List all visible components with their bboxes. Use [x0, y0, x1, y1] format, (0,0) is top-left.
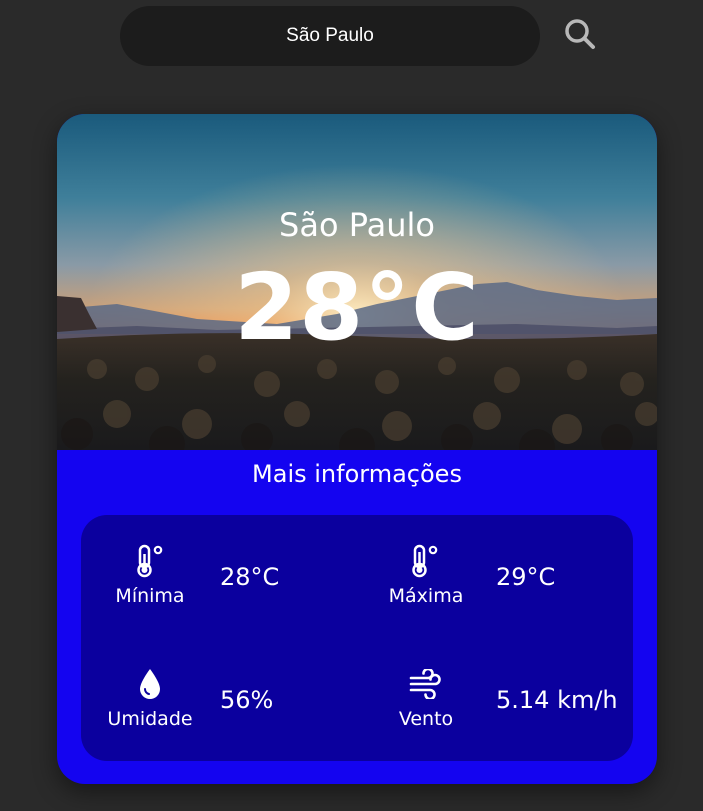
- current-temperature: 28°C: [234, 254, 480, 361]
- search-icon: [565, 19, 595, 49]
- thermometer-icon: [412, 544, 438, 578]
- weather-hero: São Paulo 28°C: [57, 114, 657, 450]
- max-label: Máxima: [388, 585, 464, 607]
- humidity-label: Umidade: [107, 708, 193, 730]
- city-name: São Paulo: [279, 206, 435, 244]
- search-input[interactable]: [120, 6, 540, 66]
- min-label: Mínima: [115, 585, 185, 607]
- search-bar: [120, 6, 540, 66]
- details-panel: Mínima 28°C Máxima 29°C Umidade 56% Vent…: [81, 515, 633, 761]
- weather-card: São Paulo 28°C Mais informações Mínima 2…: [57, 114, 657, 784]
- search-button[interactable]: [560, 14, 600, 54]
- wind-label: Vento: [398, 708, 454, 730]
- wind-icon: [409, 669, 441, 699]
- wind-value: 5.14 km/h: [496, 686, 618, 714]
- max-value: 29°C: [496, 563, 556, 591]
- more-info-title: Mais informações: [252, 460, 462, 488]
- droplet-icon: [140, 669, 160, 699]
- min-value: 28°C: [220, 563, 280, 591]
- thermometer-icon: [137, 544, 163, 578]
- humidity-value: 56%: [220, 686, 274, 714]
